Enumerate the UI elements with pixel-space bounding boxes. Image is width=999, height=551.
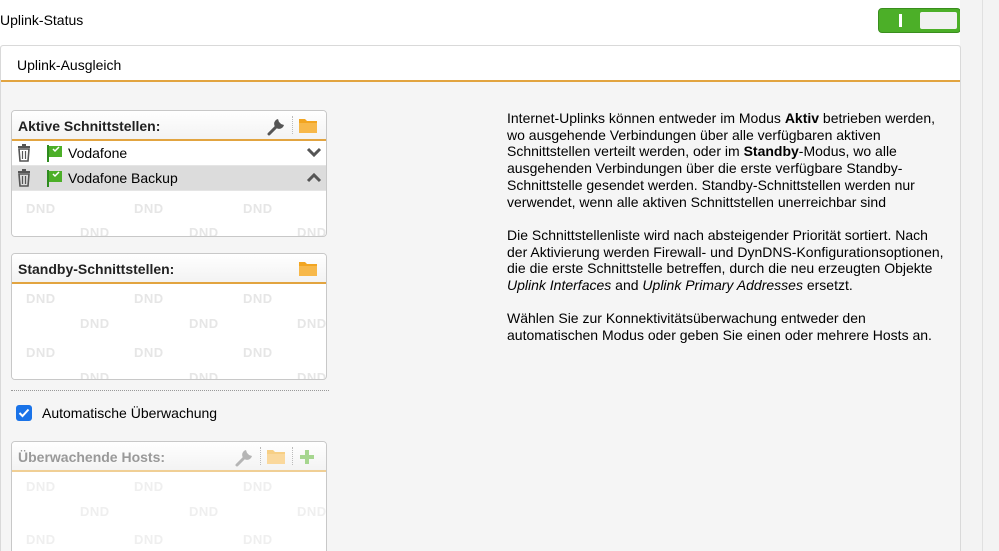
dnd-placeholder: DND bbox=[26, 345, 56, 360]
dnd-placeholder: DND bbox=[134, 345, 164, 360]
help-paragraph-priority: Die Schnittstellenliste wird nach abstei… bbox=[507, 226, 944, 294]
hosts-dnd-drop-zone[interactable]: DND DND DND DND DND DND DND DND DND bbox=[12, 472, 326, 551]
monitored-hosts-header: Überwachende Hosts: bbox=[12, 442, 326, 472]
dnd-placeholder: DND bbox=[189, 504, 219, 519]
dnd-placeholder: DND bbox=[80, 370, 110, 379]
interface-name: Vodafone Backup bbox=[68, 170, 178, 186]
dnd-placeholder: DND bbox=[243, 479, 273, 494]
dnd-placeholder: DND bbox=[134, 201, 164, 216]
dnd-placeholder: DND bbox=[26, 201, 56, 216]
green-flag-icon bbox=[47, 145, 62, 162]
dnd-placeholder: DND bbox=[297, 504, 326, 519]
standby-interfaces-box: Standby-Schnittstellen: DND DND DND DND … bbox=[11, 253, 327, 380]
dnd-placeholder: DND bbox=[80, 225, 110, 236]
monitored-hosts-box: Überwachende Hosts: DND DND DND DND DND … bbox=[11, 441, 327, 551]
monitored-hosts-title: Überwachende Hosts: bbox=[18, 449, 166, 465]
dnd-placeholder: DND bbox=[134, 291, 164, 306]
automatic-monitoring-label: Automatische Überwachung bbox=[42, 405, 218, 421]
active-interfaces-header: Aktive Schnittstellen: bbox=[12, 111, 326, 141]
standby-interfaces-header: Standby-Schnittstellen: bbox=[12, 254, 326, 284]
standby-dnd-drop-zone[interactable]: DND DND DND DND DND DND DND DND DND DND … bbox=[12, 284, 326, 379]
dnd-placeholder: DND bbox=[26, 291, 56, 306]
dnd-placeholder: DND bbox=[243, 345, 273, 360]
wrench-icon[interactable] bbox=[266, 115, 288, 137]
help-text: Internet-Uplinks können entweder im Modu… bbox=[507, 110, 952, 361]
plus-icon[interactable] bbox=[299, 449, 315, 465]
trash-icon[interactable] bbox=[16, 169, 32, 187]
uplink-status-toggle[interactable] bbox=[878, 8, 961, 33]
folder-icon[interactable] bbox=[266, 447, 286, 465]
section-divider bbox=[11, 390, 329, 391]
dnd-placeholder: DND bbox=[297, 316, 326, 331]
right-scroll-gutter bbox=[960, 0, 999, 551]
toggle-knob[interactable] bbox=[920, 12, 957, 29]
dnd-placeholder: DND bbox=[297, 370, 326, 379]
dnd-placeholder: DND bbox=[189, 316, 219, 331]
interface-row-vodafone[interactable]: Vodafone bbox=[12, 141, 326, 166]
panel-header: Uplink-Ausgleich bbox=[1, 46, 960, 82]
folder-icon[interactable] bbox=[298, 116, 318, 134]
chevron-up-icon[interactable] bbox=[306, 171, 322, 185]
dnd-placeholder: DND bbox=[243, 532, 273, 547]
folder-icon[interactable] bbox=[298, 259, 318, 277]
dnd-placeholder: DND bbox=[134, 532, 164, 547]
trash-icon[interactable] bbox=[16, 144, 32, 162]
dnd-placeholder: DND bbox=[26, 479, 56, 494]
dnd-placeholder: DND bbox=[189, 225, 219, 236]
automatic-monitoring-checkbox[interactable] bbox=[16, 405, 32, 421]
dnd-placeholder: DND bbox=[243, 291, 273, 306]
active-interfaces-title: Aktive Schnittstellen: bbox=[18, 118, 161, 134]
help-paragraph-modes: Internet-Uplinks können entweder im Modu… bbox=[507, 110, 936, 210]
wrench-icon[interactable] bbox=[234, 446, 256, 468]
uplink-status-row: Uplink-Status bbox=[0, 0, 975, 42]
dnd-placeholder: DND bbox=[80, 316, 110, 331]
check-icon bbox=[18, 408, 30, 418]
dnd-placeholder: DND bbox=[243, 201, 273, 216]
panel-title: Uplink-Ausgleich bbox=[17, 57, 122, 73]
help-paragraph-monitoring: Wählen Sie zur Konnektivitätsüberwachung… bbox=[507, 310, 932, 344]
dnd-placeholder: DND bbox=[26, 532, 56, 547]
dnd-placeholder: DND bbox=[297, 225, 326, 236]
dnd-placeholder: DND bbox=[189, 370, 219, 379]
uplink-status-title: Uplink-Status bbox=[0, 12, 84, 28]
active-dnd-drop-zone[interactable]: DND DND DND DND DND DND bbox=[12, 191, 326, 236]
interface-name: Vodafone bbox=[68, 145, 128, 161]
active-interfaces-box: Aktive Schnittstellen: Vodafone Vodafone… bbox=[11, 110, 327, 237]
standby-interfaces-title: Standby-Schnittstellen: bbox=[18, 261, 175, 277]
dnd-placeholder: DND bbox=[80, 504, 110, 519]
chevron-down-icon[interactable] bbox=[306, 146, 322, 160]
toggle-on-indicator bbox=[899, 14, 902, 27]
green-flag-icon bbox=[47, 170, 62, 187]
interface-row-vodafone-backup[interactable]: Vodafone Backup bbox=[12, 166, 326, 191]
dnd-placeholder: DND bbox=[134, 479, 164, 494]
